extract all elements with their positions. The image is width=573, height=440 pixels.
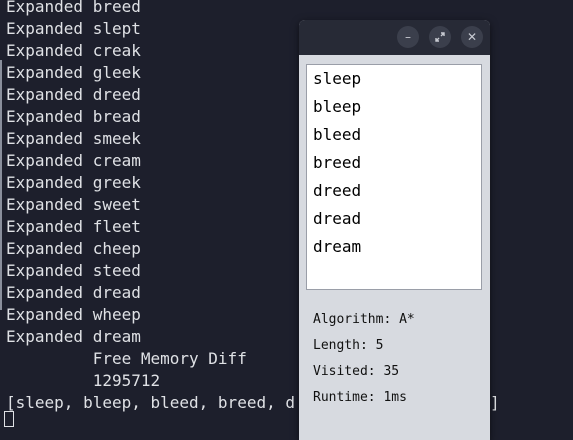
list-item[interactable]: dread	[313, 205, 361, 233]
list-item[interactable]: sleep	[313, 65, 361, 93]
window-titlebar[interactable]: – ✕	[299, 20, 490, 55]
terminal-line: Expanded greek	[6, 173, 141, 192]
word-ladder-window: – ✕ sleep bleep bleed breed dreed dread …	[299, 20, 490, 440]
minimize-icon[interactable]: –	[397, 26, 419, 48]
terminal-line: Expanded steed	[6, 261, 141, 280]
maximize-icon[interactable]	[429, 26, 451, 48]
close-icon[interactable]: ✕	[461, 26, 483, 48]
list-item[interactable]: bleed	[313, 121, 361, 149]
terminal-line: Expanded wheep	[6, 305, 141, 324]
terminal-line: Expanded gleek	[6, 63, 141, 82]
terminal-line: Expanded breed	[6, 0, 141, 16]
terminal-left-gutter	[0, 60, 2, 310]
terminal-line: Expanded bread	[6, 107, 141, 126]
list-item[interactable]: breed	[313, 149, 361, 177]
list-item[interactable]: bleep	[313, 93, 361, 121]
list-item[interactable]: dream	[313, 233, 361, 261]
path-result-tail: ]	[490, 393, 500, 412]
terminal-line: Expanded dream	[6, 327, 141, 346]
terminal-line: Expanded smeek	[6, 129, 141, 148]
terminal-line: Expanded cream	[6, 151, 141, 170]
terminal-line: Expanded fleet	[6, 217, 141, 236]
runtime-label: Runtime: 1ms	[313, 390, 407, 405]
terminal-line: Expanded slept	[6, 19, 141, 38]
path-list[interactable]: sleep bleep bleed breed dreed dread drea…	[306, 64, 482, 290]
path-result-line: [sleep, bleep, bleed, breed, d	[6, 393, 295, 412]
terminal-line: Expanded cheep	[6, 239, 141, 258]
terminal-line: Expanded creak	[6, 41, 141, 60]
memory-diff-value: 1295712	[6, 371, 161, 390]
visited-label: Visited: 35	[313, 364, 400, 379]
terminal-line: Expanded dread	[6, 283, 141, 302]
list-item[interactable]: dreed	[313, 177, 361, 205]
terminal-line: Expanded dreed	[6, 85, 141, 104]
terminal-line: Expanded sweet	[6, 195, 141, 214]
terminal-cursor[interactable]	[4, 411, 14, 427]
algorithm-label: Algorithm: A*	[313, 312, 415, 327]
memory-diff-label: Free Memory Diff	[6, 349, 247, 368]
length-label: Length: 5	[313, 338, 384, 353]
